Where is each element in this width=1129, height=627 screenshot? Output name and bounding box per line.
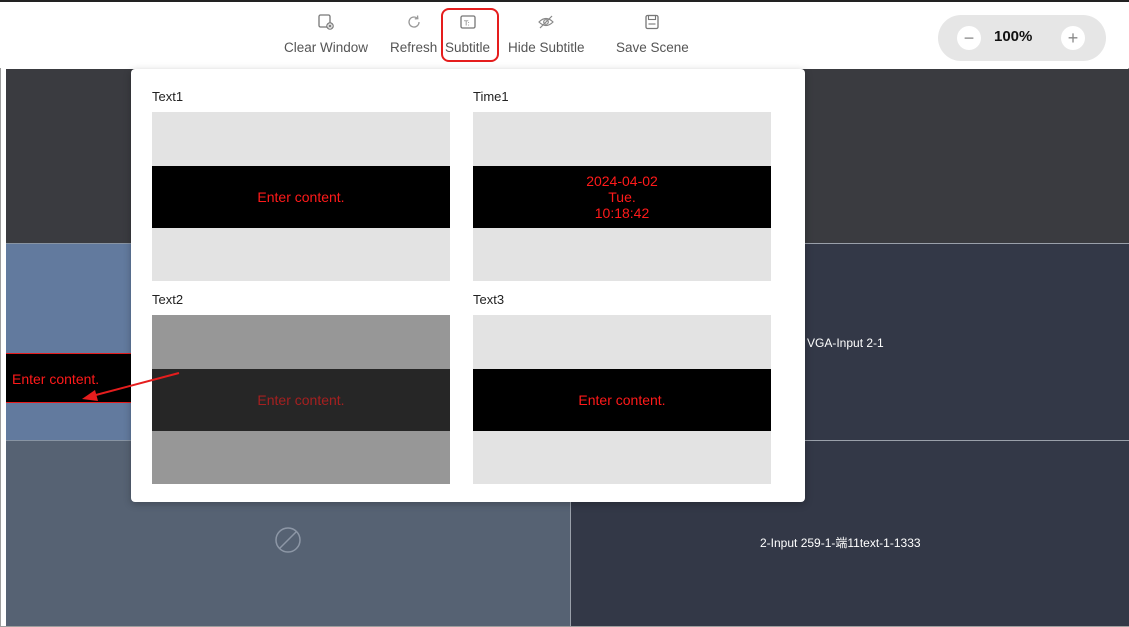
annotation-arrow [82,372,180,401]
